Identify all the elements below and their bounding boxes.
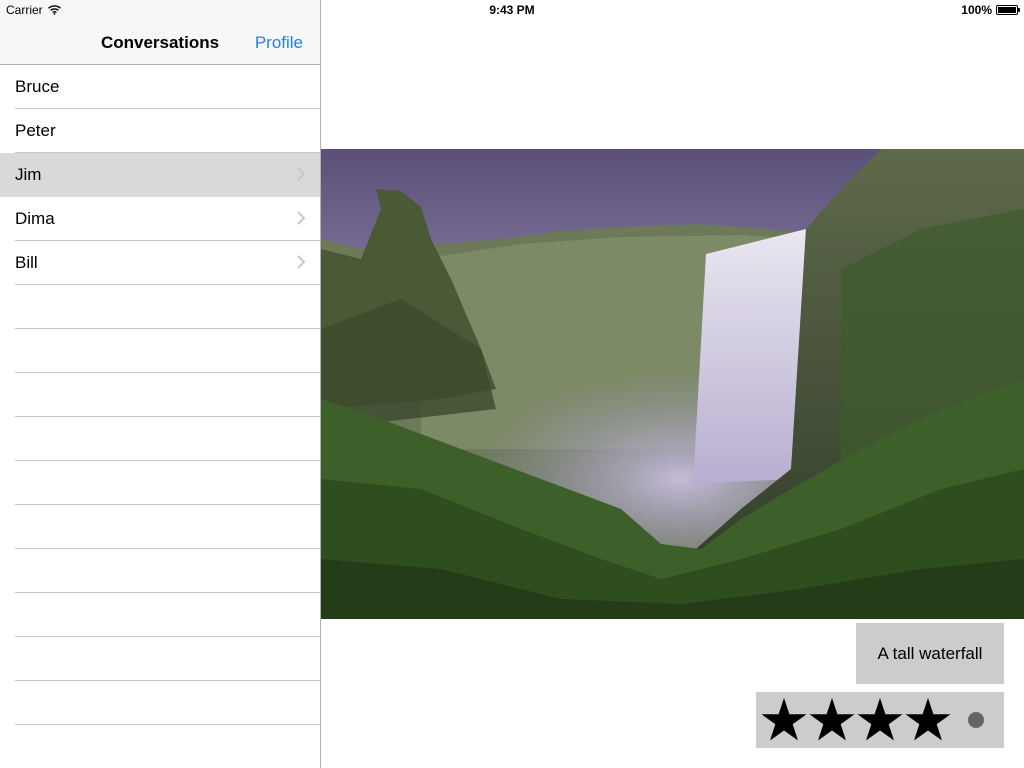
chevron-right-icon xyxy=(297,255,305,269)
chevron-right-icon xyxy=(297,211,305,225)
empty-list-row xyxy=(0,285,320,329)
list-item[interactable]: Peter xyxy=(0,109,320,153)
star-filled-icon[interactable] xyxy=(857,697,903,743)
conversations-pane: Conversations Profile Bruce Peter Jim Di… xyxy=(0,0,321,768)
photo-caption: A tall waterfall xyxy=(856,623,1004,684)
empty-list-row xyxy=(0,725,320,768)
status-time: 9:43 PM xyxy=(489,3,535,17)
waterfall-image xyxy=(321,149,1024,619)
empty-list-row xyxy=(0,505,320,549)
empty-list-row xyxy=(0,681,320,725)
profile-button[interactable]: Profile xyxy=(255,33,303,53)
battery-fill xyxy=(998,7,1016,13)
empty-list-row xyxy=(0,373,320,417)
list-item-label: Bruce xyxy=(15,77,60,96)
list-item-label: Jim xyxy=(15,165,42,184)
list-item-label: Peter xyxy=(15,121,56,140)
star-filled-icon[interactable] xyxy=(905,697,951,743)
chevron-right-icon xyxy=(297,167,305,181)
list-item-label: Bill xyxy=(15,253,38,272)
empty-list-row xyxy=(0,461,320,505)
empty-list-row xyxy=(0,549,320,593)
rating-empty-dot[interactable] xyxy=(968,712,984,728)
list-item[interactable]: Bill xyxy=(0,241,320,285)
star-filled-icon[interactable] xyxy=(761,697,807,743)
status-bar: Carrier 9:43 PM 100% xyxy=(0,0,1024,20)
battery-icon xyxy=(996,5,1020,15)
empty-list-row xyxy=(0,637,320,681)
list-item[interactable]: Dima xyxy=(0,197,320,241)
list-item-label: Dima xyxy=(15,209,55,228)
waterfall-photo xyxy=(321,149,1024,619)
list-item-selected[interactable]: Jim xyxy=(0,153,320,197)
list-item[interactable]: Bruce xyxy=(0,65,320,109)
empty-list-row xyxy=(0,593,320,637)
conversation-list: Bruce Peter Jim Dima Bill xyxy=(0,65,320,768)
star-rating[interactable] xyxy=(756,692,1004,748)
empty-list-row xyxy=(0,417,320,461)
star-filled-icon[interactable] xyxy=(809,697,855,743)
empty-list-row xyxy=(0,329,320,373)
empty-rows xyxy=(0,285,320,768)
ipad-screen: Conversations Profile Bruce Peter Jim Di… xyxy=(0,0,1024,768)
battery-percent: 100% xyxy=(961,3,992,17)
